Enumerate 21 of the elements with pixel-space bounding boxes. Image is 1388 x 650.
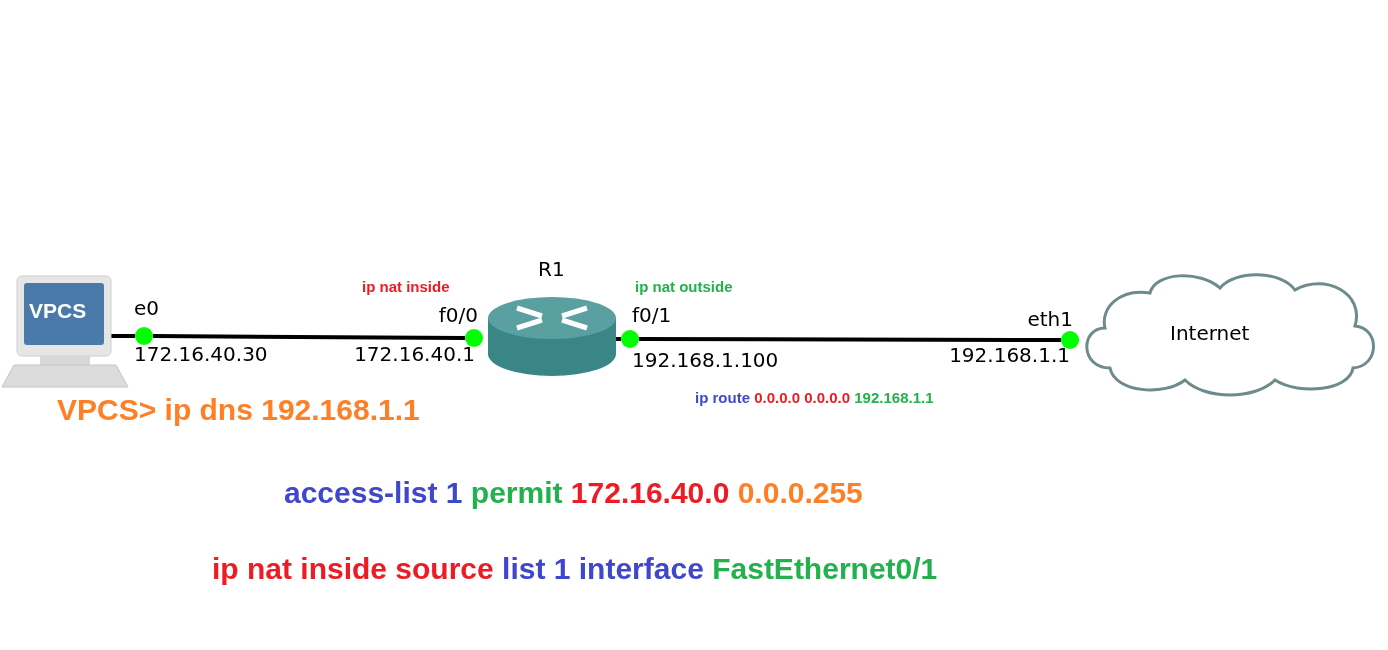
port-name: eth1 — [1027, 309, 1073, 329]
port-name: f0/0 — [438, 305, 478, 325]
node-label: VPCS — [29, 300, 87, 321]
ip-address: 172.16.40.1 — [354, 344, 475, 364]
ip-address: 192.168.1.1 — [949, 345, 1070, 365]
config-note: ip nat outside — [635, 279, 733, 294]
config-note: access-list 1 permit 172.16.40.0 0.0.0.255 — [284, 478, 863, 508]
config-note: ip route 0.0.0.0 0.0.0.0 192.168.1.1 — [695, 390, 934, 405]
config-note: VPCS> ip dns 192.168.1.1 — [57, 395, 420, 425]
node-label: Internet — [1170, 323, 1250, 343]
port-name: f0/1 — [632, 305, 672, 325]
node-label: R1 — [538, 259, 565, 279]
network-link[interactable] — [639, 337, 1061, 342]
port-name: e0 — [134, 298, 160, 318]
network-link[interactable] — [153, 334, 465, 340]
config-note: ip nat inside source list 1 interface FastEthernet0/1 — [212, 554, 938, 584]
link-stub — [616, 337, 621, 341]
ip-address: 172.16.40.30 — [134, 344, 268, 364]
config-note: ip nat inside — [362, 279, 450, 294]
ip-address: 192.168.1.100 — [632, 350, 779, 370]
link-stub — [110, 334, 135, 338]
